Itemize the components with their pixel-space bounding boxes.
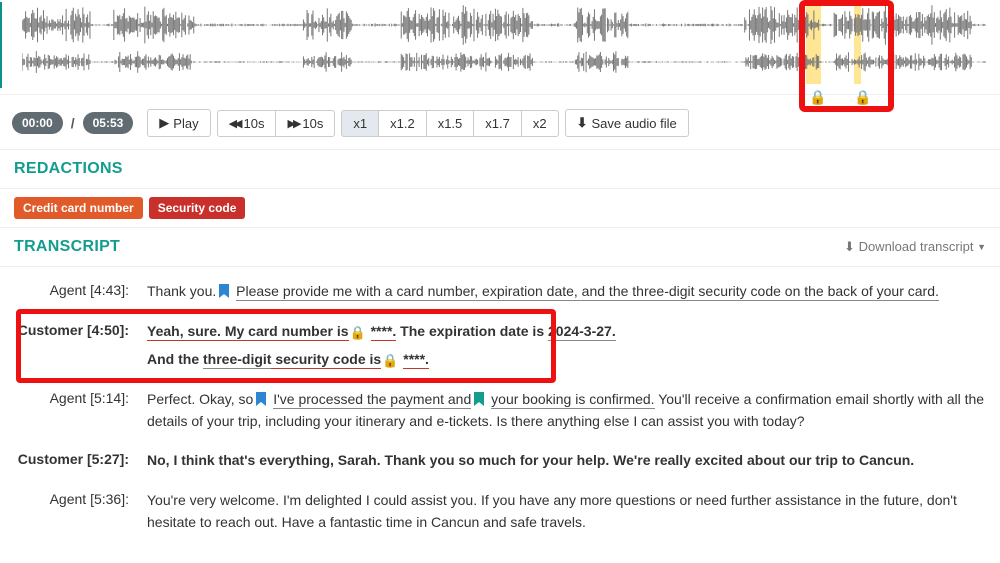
transcript-span: Perfect. Okay, so — [147, 391, 253, 407]
transcript-row: Agent [5:36]: You're very welcome. I'm de… — [14, 482, 986, 543]
redaction-tag[interactable]: Credit card number — [14, 197, 143, 219]
transcript-span: Thank you. — [147, 283, 216, 299]
transcript-row: Customer [5:27]: No, I think that's every… — [14, 442, 986, 482]
transcript-span: Yeah, sure. My card number is — [147, 323, 349, 341]
waveform-panel: 🔒🔒 — [0, 0, 1000, 95]
redactions-heading: REDACTIONS — [14, 160, 986, 178]
transcript-text: Perfect. Okay, so I've processed the pay… — [147, 389, 986, 432]
seek-buttons: ◀◀ 10s ▶▶ 10s — [217, 110, 336, 137]
transcript-span: ****. — [403, 351, 429, 369]
redaction-tag[interactable]: Security code — [149, 197, 246, 219]
transcript-span: three-digit — [203, 351, 271, 369]
bookmark-icon — [473, 392, 485, 406]
transcript-speaker: Customer [4:50]: — [14, 321, 129, 338]
download-transcript-button[interactable]: ⬇ Download transcript ▼ — [844, 239, 986, 255]
total-time: 05:53 — [83, 112, 134, 134]
play-icon: ▶ — [159, 115, 169, 131]
transcript-text: Thank you. Please provide me with a card… — [147, 281, 986, 303]
transcript-span: ****. — [371, 323, 397, 341]
transcript-row: Agent [4:43]: Thank you. Please provide m… — [14, 273, 986, 313]
lock-icon: 🔒 — [382, 353, 398, 368]
transcript-span: You're very welcome. I'm delighted I cou… — [147, 492, 957, 530]
speed-x1.2-button[interactable]: x1.2 — [378, 110, 427, 137]
transcript-section-header: TRANSCRIPT ⬇ Download transcript ▼ — [0, 228, 1000, 267]
transcript-body: Agent [4:43]: Thank you. Please provide m… — [0, 267, 1000, 563]
transcript-span: And the — [147, 351, 203, 367]
transcript-row: Agent [5:14]: Perfect. Okay, so I've proc… — [14, 381, 986, 442]
redactions-section-header: REDACTIONS — [0, 150, 1000, 189]
playhead-cursor[interactable] — [0, 2, 2, 88]
download-icon: ⬇ — [577, 115, 588, 131]
waveform-track-bottom[interactable] — [22, 45, 986, 79]
current-time: 00:00 — [12, 112, 63, 134]
back-10s-button[interactable]: ◀◀ 10s — [217, 110, 277, 137]
fastforward-icon: ▶▶ — [287, 117, 298, 130]
waveform-track-top[interactable] — [22, 5, 986, 45]
transcript-speaker: Agent [4:43]: — [14, 281, 129, 298]
download-icon: ⬇ — [844, 239, 855, 254]
save-audio-button[interactable]: ⬇ Save audio file — [565, 109, 689, 137]
lock-icon: 🔒 — [350, 325, 366, 340]
forward-10s-button[interactable]: ▶▶ 10s — [275, 110, 335, 137]
speed-x2-button[interactable]: x2 — [521, 110, 559, 137]
transcript-span: Please provide me with a card number, ex… — [236, 283, 939, 301]
forward-10s-label: 10s — [302, 116, 323, 131]
lock-icon: 🔒 — [809, 89, 826, 106]
lock-icon: 🔒 — [854, 89, 871, 106]
transcript-text: No, I think that's everything, Sarah. Th… — [147, 450, 986, 472]
transcript-text: Yeah, sure. My card number is🔒 ****. The… — [147, 321, 986, 371]
bookmark-icon — [255, 392, 267, 406]
back-10s-label: 10s — [244, 116, 265, 131]
speed-x1.5-button[interactable]: x1.5 — [426, 110, 475, 137]
download-transcript-label: Download transcript — [859, 239, 974, 254]
time-separator: / — [69, 115, 77, 131]
transcript-span: your booking is confirmed. — [491, 391, 654, 409]
speed-x1-button[interactable]: x1 — [341, 110, 379, 137]
transcript-span: security code is — [271, 351, 381, 369]
speed-x1.7-button[interactable]: x1.7 — [473, 110, 522, 137]
transcript-speaker: Agent [5:36]: — [14, 490, 129, 507]
play-button[interactable]: ▶ Play — [147, 109, 210, 137]
save-audio-label: Save audio file — [591, 116, 676, 131]
transcript-span: I've processed the payment and — [273, 391, 471, 409]
transcript-row: Customer [4:50]: Yeah, sure. My card numb… — [14, 313, 986, 381]
bookmark-icon — [218, 284, 230, 298]
transcript-span: 2024-3-27. — [548, 323, 616, 341]
transcript-speaker: Agent [5:14]: — [14, 389, 129, 406]
chevron-down-icon: ▼ — [977, 242, 986, 252]
transcript-heading: TRANSCRIPT — [14, 238, 120, 256]
rewind-icon: ◀◀ — [229, 117, 240, 130]
speed-buttons: x1x1.2x1.5x1.7x2 — [341, 110, 558, 137]
redaction-tags: Credit card number Security code — [0, 189, 1000, 228]
play-label: Play — [173, 116, 198, 131]
transcript-speaker: Customer [5:27]: — [14, 450, 129, 467]
transcript-span: The expiration date is — [396, 323, 548, 339]
transcript-span: No, I think that's everything, Sarah. Th… — [147, 452, 914, 468]
